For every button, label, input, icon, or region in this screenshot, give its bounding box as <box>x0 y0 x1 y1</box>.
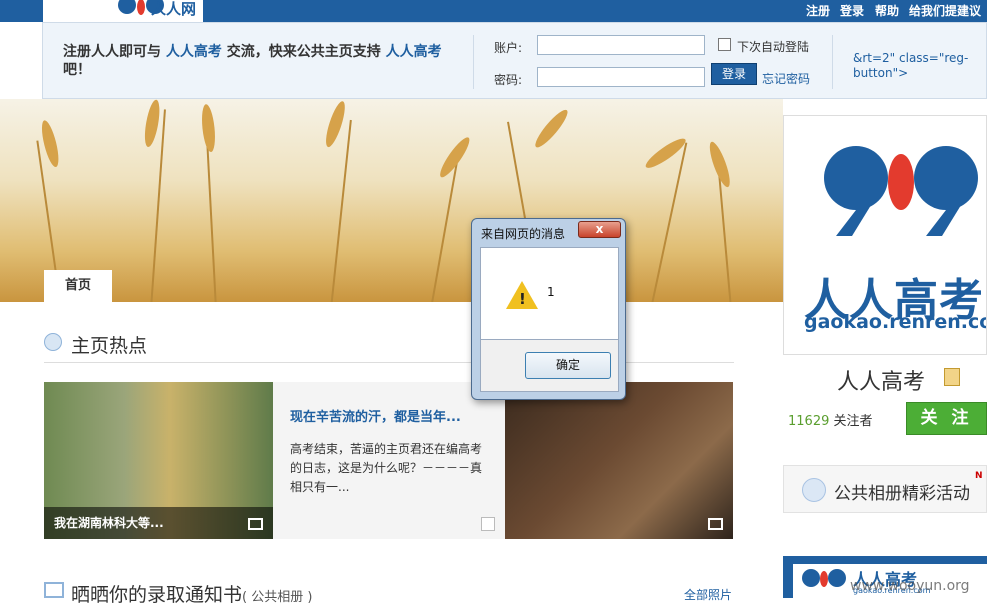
renren-logo-icon <box>802 569 846 587</box>
new-badge: N <box>975 471 983 481</box>
ok-button[interactable]: 确定 <box>525 352 611 379</box>
activity-label: 公共相册精彩活动 <box>834 484 970 504</box>
hot-article-card[interactable]: 现在辛苦流的汗，都是当年... 高考结束，苦逼的主页君还在编高考的日志，这是为什… <box>273 382 505 539</box>
follower-count[interactable]: 11629 关注者 <box>788 410 873 429</box>
logo-tab[interactable]: 人人网 <box>43 0 203 22</box>
password-label: 密码: <box>494 73 523 87</box>
close-icon[interactable]: x <box>578 221 621 238</box>
image-icon <box>248 518 263 530</box>
star-icon <box>944 368 960 386</box>
promo-brand-link[interactable]: 人人高考 <box>166 44 222 60</box>
dialog-footer: 确定 <box>480 340 619 392</box>
logo-text: 人人网 <box>151 0 197 18</box>
nav-help-link[interactable]: 帮助 <box>875 2 899 19</box>
nav-login-link[interactable]: 登录 <box>840 2 864 19</box>
leaked-markup-text: &rt=2" class="reg-button"> <box>853 51 969 80</box>
nav-feedback-link[interactable]: 给我们提建议 <box>909 2 981 19</box>
section-divider <box>44 362 734 363</box>
profile-name: 人人高考 <box>837 370 926 395</box>
promo-brand-link-2[interactable]: 人人高考 <box>386 44 442 60</box>
password-input[interactable] <box>537 67 705 87</box>
profile-logo-box[interactable]: 人人高考 gaokao.renren.com <box>783 115 987 355</box>
dialog-body: ! 1 <box>480 247 619 340</box>
follow-button[interactable]: 关 注 <box>906 402 987 435</box>
article-excerpt: 高考结束，苦逼的主页君还在编高考的日志，这是为什么呢？－－－－真相只有一... <box>290 442 483 494</box>
remember-checkbox[interactable] <box>718 38 731 51</box>
register-promo-text: 注册人人即可与 人人高考 交流，快来公共主页支持 人人高考 吧！ <box>63 44 442 78</box>
forgot-password-link[interactable]: 忘记密码 <box>762 70 810 87</box>
all-photos-link[interactable]: 全部照片 <box>684 586 732 603</box>
top-nav-bar: 人人网 注册 登录 帮助 给我们提建议 <box>0 0 987 22</box>
dialog-title: 来自网页的消息 <box>481 227 566 241</box>
account-input[interactable] <box>537 35 705 55</box>
article-title[interactable]: 现在辛苦流的汗，都是当年... <box>290 406 461 425</box>
login-button[interactable]: 登录 <box>711 63 757 85</box>
account-label: 账户: <box>494 41 523 55</box>
section-title-photos: 晒晒你的录取通知书( 公共相册 ) <box>71 584 313 606</box>
profile-domain-text: gaokao.renren.com <box>804 311 986 333</box>
album-icon <box>44 582 64 598</box>
nav-register-link[interactable]: 注册 <box>806 2 830 19</box>
login-bar: 注册人人即可与 人人高考 交流，快来公共主页支持 人人高考 吧！ 账户: 密码:… <box>42 22 987 99</box>
activity-entry[interactable]: 公共相册精彩活动 <box>783 465 987 513</box>
tab-home[interactable]: 首页 <box>44 270 112 302</box>
activity-icon <box>802 478 826 502</box>
alert-dialog: 来自网页的消息 x ! 1 确定 <box>471 218 626 400</box>
hot-photo-right[interactable] <box>505 382 733 539</box>
remember-label: 下次自动登陆 <box>737 40 810 54</box>
warning-mark: ! <box>519 290 526 308</box>
watermark: www.wooyun.org <box>850 578 970 594</box>
photo-caption[interactable]: 我在湖南林科大等... <box>44 507 273 539</box>
wheat-banner <box>0 99 783 302</box>
edit-icon <box>481 517 495 531</box>
hot-photo-left[interactable]: 我在湖南林科大等... <box>44 382 273 539</box>
dialog-message: 1 <box>547 285 555 299</box>
divider <box>832 35 833 89</box>
section-fire-icon <box>44 333 62 351</box>
divider <box>473 35 474 89</box>
renren-logo-icon <box>824 146 978 236</box>
section-title: 主页热点 <box>71 335 148 357</box>
image-icon <box>708 518 723 530</box>
